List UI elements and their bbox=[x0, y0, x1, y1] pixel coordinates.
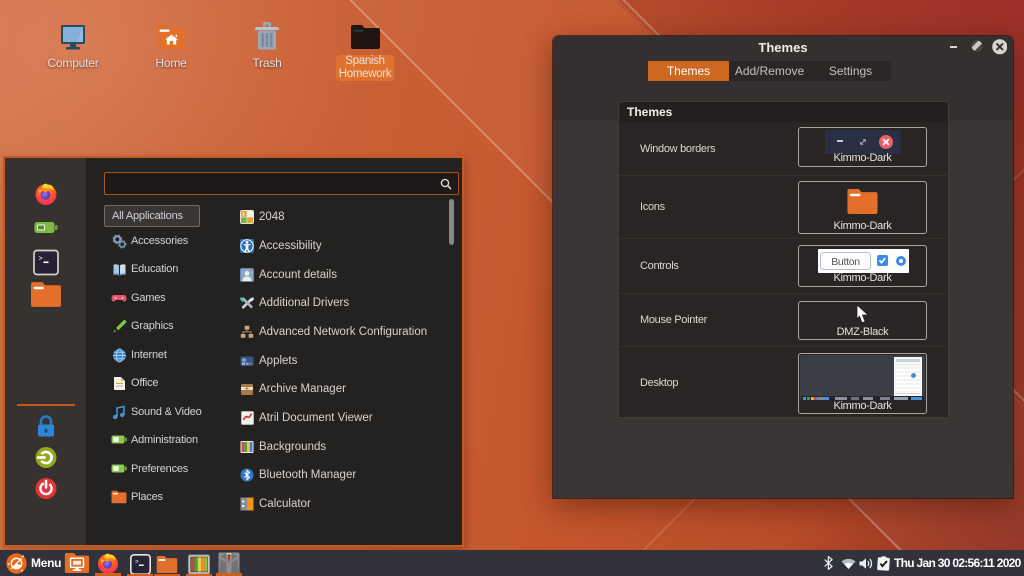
svg-text:>: > bbox=[38, 256, 42, 264]
svg-text:>: > bbox=[134, 558, 138, 565]
